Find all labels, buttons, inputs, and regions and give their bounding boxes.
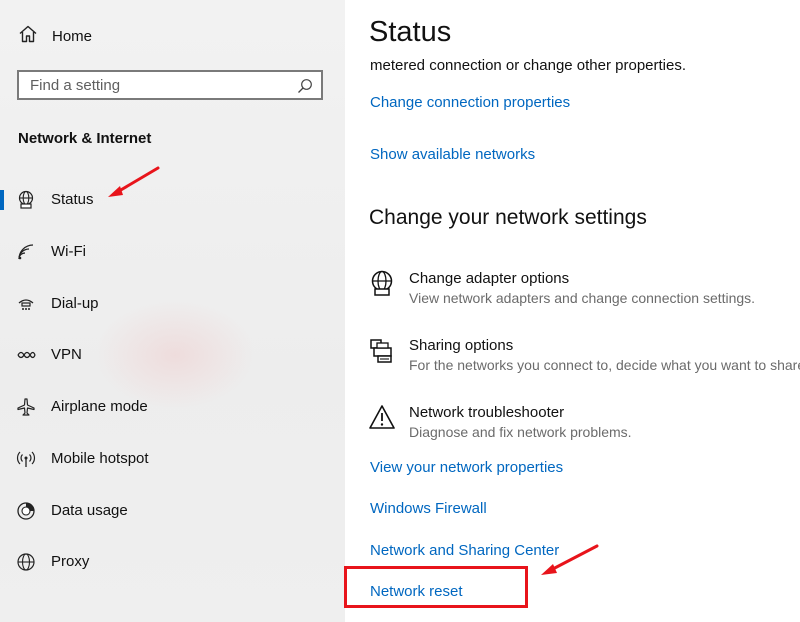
globe-monitor-icon (369, 270, 397, 298)
section-title-change-network-settings: Change your network settings (369, 206, 647, 229)
dial-up-icon (16, 294, 36, 314)
sidebar-item-status[interactable]: Status (0, 183, 345, 217)
sidebar-item-wifi[interactable]: Wi-Fi (0, 235, 345, 269)
windows-firewall-link[interactable]: Windows Firewall (370, 500, 487, 517)
hotspot-icon (16, 449, 36, 469)
change-connection-properties-link[interactable]: Change connection properties (370, 94, 570, 111)
sidebar: Home Network & Internet Status Wi-Fi Dia… (0, 0, 345, 622)
home-button[interactable]: Home (18, 24, 92, 48)
sharing-options[interactable]: Sharing options For the networks you con… (369, 337, 800, 381)
home-icon (18, 24, 38, 49)
network-troubleshooter[interactable]: Network troubleshooter Diagnose and fix … (369, 404, 800, 448)
wifi-icon (16, 242, 36, 262)
main-content: Status metered connection or change othe… (345, 0, 800, 622)
sidebar-item-label: Proxy (51, 553, 90, 570)
warning-icon (369, 404, 397, 432)
sidebar-item-label: Data usage (51, 502, 128, 519)
sidebar-item-label: Mobile hotspot (51, 450, 149, 467)
search-icon[interactable] (297, 78, 313, 99)
search-box[interactable] (17, 70, 323, 100)
sidebar-item-label: Wi-Fi (51, 243, 86, 260)
airplane-icon (16, 397, 36, 417)
option-description: Diagnose and fix network problems. (409, 424, 632, 440)
option-title: Network troubleshooter (409, 404, 565, 421)
sidebar-item-proxy[interactable]: Proxy (0, 545, 345, 579)
sidebar-item-label: Status (51, 191, 94, 208)
option-title: Sharing options (409, 337, 514, 354)
sidebar-item-label: Dial-up (51, 295, 99, 312)
sidebar-item-airplane-mode[interactable]: Airplane mode (0, 390, 345, 424)
globe-monitor-icon (16, 190, 36, 210)
page-title: Status (369, 16, 452, 48)
active-indicator (0, 190, 4, 210)
option-title: Change adapter options (409, 270, 570, 287)
sidebar-item-data-usage[interactable]: Data usage (0, 494, 345, 528)
view-network-properties-link[interactable]: View your network properties (370, 459, 563, 476)
option-description: For the networks you connect to, decide … (409, 357, 800, 373)
show-available-networks-link[interactable]: Show available networks (370, 146, 535, 163)
option-description: View network adapters and change connect… (409, 290, 756, 306)
sidebar-item-dial-up[interactable]: Dial-up (0, 287, 345, 321)
sidebar-item-label: VPN (51, 346, 82, 363)
data-usage-icon (16, 501, 36, 521)
section-title: Network & Internet (18, 130, 152, 147)
home-label: Home (52, 27, 93, 45)
network-sharing-center-link[interactable]: Network and Sharing Center (370, 542, 559, 559)
search-input[interactable] (30, 76, 290, 94)
sidebar-item-mobile-hotspot[interactable]: Mobile hotspot (0, 442, 345, 476)
sidebar-item-vpn[interactable]: VPN (0, 338, 345, 372)
change-adapter-options[interactable]: Change adapter options View network adap… (369, 270, 800, 314)
status-description: metered connection or change other prope… (370, 57, 687, 74)
globe-icon (16, 552, 36, 572)
network-reset-highlight (344, 566, 528, 608)
sharing-printer-icon (369, 337, 397, 365)
sidebar-item-label: Airplane mode (51, 398, 148, 415)
vpn-icon (16, 345, 36, 365)
